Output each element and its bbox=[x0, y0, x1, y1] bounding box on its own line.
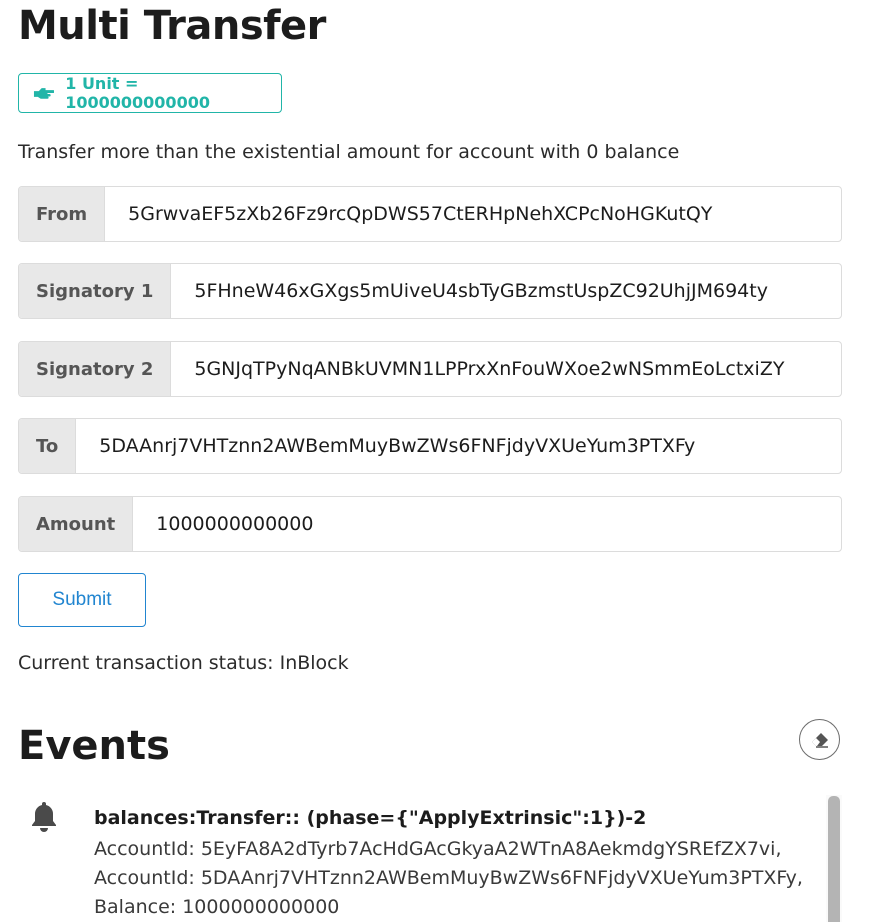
amount-input[interactable]: 1000000000000 bbox=[133, 497, 841, 551]
hand-pointing-right-icon bbox=[33, 88, 55, 99]
unit-badge: 1 Unit = 1000000000000 bbox=[18, 73, 282, 113]
signatory-1-input[interactable]: 5FHneW46xGXgs5mUiveU4sbTyGBzmstUspZC92Uh… bbox=[171, 264, 841, 318]
intro-text: Transfer more than the existential amoun… bbox=[18, 141, 680, 163]
bell-icon bbox=[32, 802, 56, 832]
events-list[interactable]: balances:Transfer:: (phase={"ApplyExtrin… bbox=[18, 795, 842, 922]
from-input[interactable]: 5GrwvaEF5zXb26Fz9rcQpDWS57CtERHpNehXCPcN… bbox=[105, 187, 841, 241]
event-title: balances:Transfer:: (phase={"ApplyExtrin… bbox=[94, 807, 647, 829]
signatory-1-field[interactable]: Signatory 1 5FHneW46xGXgs5mUiveU4sbTyGBz… bbox=[18, 263, 842, 319]
amount-label: Amount bbox=[19, 497, 134, 551]
submit-button[interactable]: Submit bbox=[18, 573, 146, 627]
signatory-2-label: Signatory 2 bbox=[19, 342, 172, 396]
from-label: From bbox=[19, 187, 106, 241]
page-title: Multi Transfer bbox=[18, 3, 326, 49]
event-detail-line: AccountId: 5DAAnrj7VHTznn2AWBemMuyBwZWs6… bbox=[94, 867, 803, 889]
signatory-2-field[interactable]: Signatory 2 5GNJqTPyNqANBkUVMN1LPPrxXnFo… bbox=[18, 341, 842, 397]
event-detail-line: AccountId: 5EyFA8A2dTyrb7AcHdGAcGkyaA2WT… bbox=[94, 838, 782, 860]
transaction-status: Current transaction status: InBlock bbox=[18, 652, 349, 674]
events-title: Events bbox=[18, 723, 170, 769]
clear-events-button[interactable] bbox=[799, 719, 840, 760]
to-label: To bbox=[19, 419, 77, 473]
signatory-2-input[interactable]: 5GNJqTPyNqANBkUVMN1LPPrxXnFouWXoe2wNSmmE… bbox=[171, 342, 841, 396]
to-field[interactable]: To 5DAAnrj7VHTznn2AWBemMuyBwZWs6FNFjdyVX… bbox=[18, 418, 842, 474]
event-detail-line: Balance: 1000000000000 bbox=[94, 896, 340, 918]
eraser-icon bbox=[811, 732, 828, 748]
amount-field[interactable]: Amount 1000000000000 bbox=[18, 496, 842, 552]
signatory-1-label: Signatory 1 bbox=[19, 264, 172, 318]
to-input[interactable]: 5DAAnrj7VHTznn2AWBemMuyBwZWs6FNFjdyVXUeY… bbox=[76, 419, 841, 473]
from-field[interactable]: From 5GrwvaEF5zXb26Fz9rcQpDWS57CtERHpNeh… bbox=[18, 186, 842, 242]
unit-badge-label: 1 Unit = 1000000000000 bbox=[65, 74, 210, 112]
events-scrollbar-thumb[interactable] bbox=[828, 796, 840, 922]
